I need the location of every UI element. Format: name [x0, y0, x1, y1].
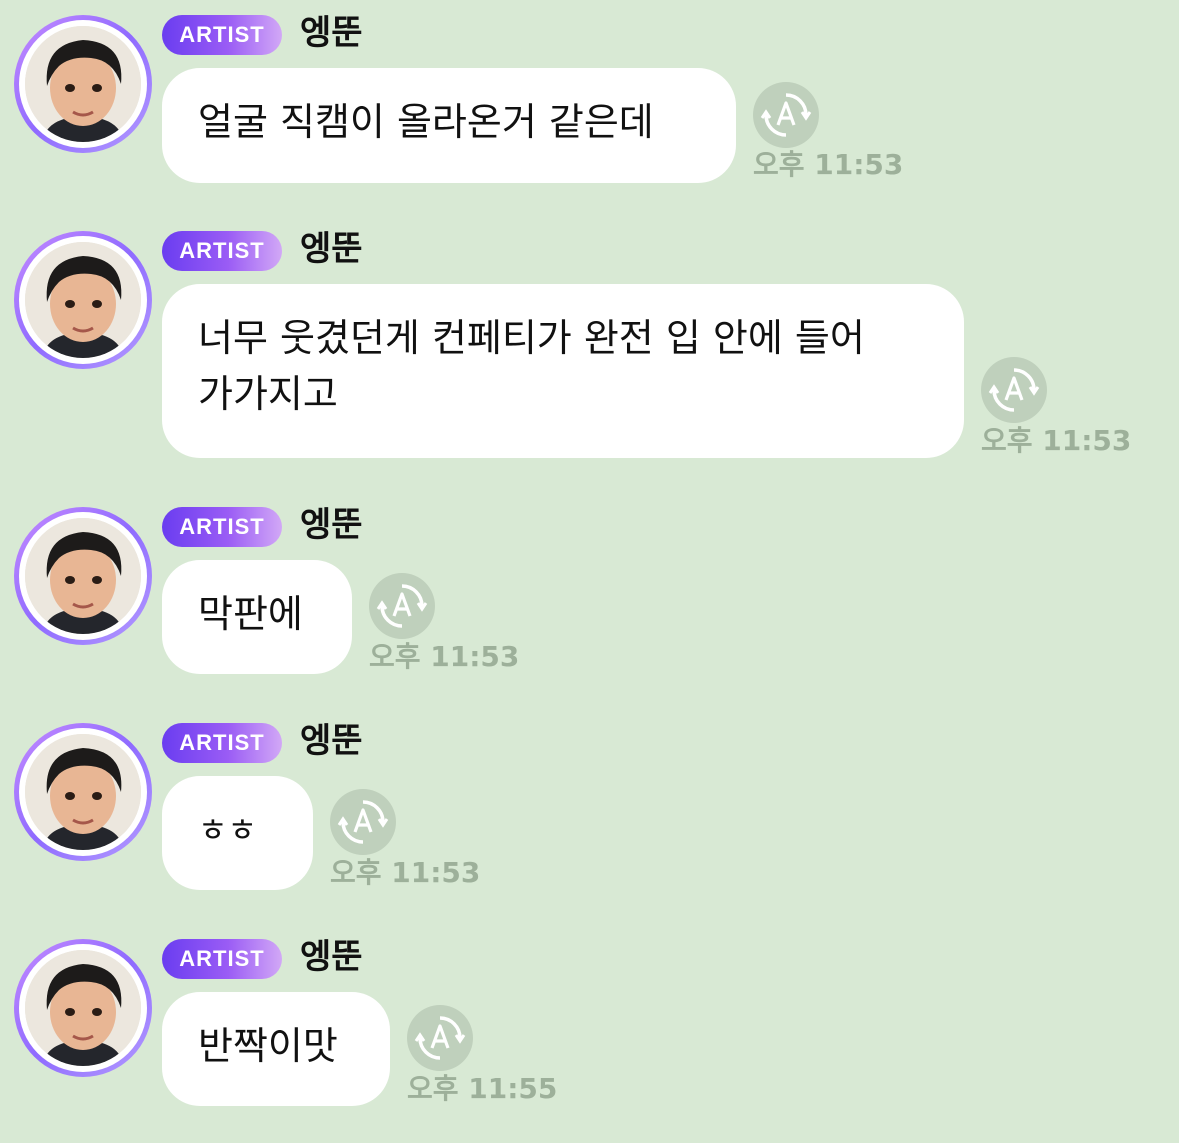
sender-name[interactable]: 엥뚠 [300, 719, 363, 763]
avatar-ring [19, 944, 147, 1072]
chat-message: ARTIST 엥뚠 ㅎㅎ 오후 11:53 [0, 708, 1179, 908]
message-timestamp: 오후 11:53 [369, 640, 520, 673]
avatar-photo [25, 734, 141, 850]
message-bubble[interactable]: ㅎㅎ [162, 776, 313, 890]
artist-badge: ARTIST [162, 15, 282, 55]
avatar-photo [25, 950, 141, 1066]
sender-name[interactable]: 엥뚠 [300, 11, 363, 55]
chat-message: ARTIST 엥뚠 얼굴 직캠이 올라온거 같은데 오후 11:53 [0, 0, 1179, 200]
chat-message: ARTIST 엥뚠 반짝이맛 오후 11:55 [0, 924, 1179, 1124]
translate-icon[interactable] [753, 82, 819, 148]
avatar-photo [25, 518, 141, 634]
avatar[interactable] [14, 507, 152, 645]
message-bubble[interactable]: 막판에 [162, 560, 352, 674]
avatar-face-icon [25, 518, 141, 634]
avatar[interactable] [14, 15, 152, 153]
avatar[interactable] [14, 939, 152, 1077]
message-bubble[interactable]: 너무 웃겼던게 컨페티가 완전 입 안에 들어 가가지고 [162, 284, 964, 458]
translate-icon[interactable] [407, 1005, 473, 1071]
avatar[interactable] [14, 723, 152, 861]
translate-icon[interactable] [981, 357, 1047, 423]
message-timestamp: 오후 11:53 [753, 148, 904, 181]
avatar-photo [25, 242, 141, 358]
artist-badge: ARTIST [162, 231, 282, 271]
chat-area[interactable]: ARTIST 엥뚠 얼굴 직캠이 올라온거 같은데 오후 11:53 ARTIS… [0, 0, 1179, 1143]
chat-message: ARTIST 엥뚠 막판에 오후 11:53 [0, 492, 1179, 692]
avatar-ring [19, 20, 147, 148]
avatar-face-icon [25, 26, 141, 142]
message-bubble[interactable]: 얼굴 직캠이 올라온거 같은데 [162, 68, 736, 183]
sender-name[interactable]: 엥뚠 [300, 227, 363, 271]
message-timestamp: 오후 11:53 [330, 856, 481, 889]
avatar-ring [19, 236, 147, 364]
artist-badge: ARTIST [162, 939, 282, 979]
message-timestamp: 오후 11:55 [407, 1072, 558, 1105]
avatar-ring [19, 512, 147, 640]
avatar-face-icon [25, 242, 141, 358]
sender-name[interactable]: 엥뚠 [300, 503, 363, 547]
avatar-face-icon [25, 734, 141, 850]
artist-badge: ARTIST [162, 723, 282, 763]
avatar-ring [19, 728, 147, 856]
avatar[interactable] [14, 231, 152, 369]
avatar-photo [25, 26, 141, 142]
artist-badge: ARTIST [162, 507, 282, 547]
sender-name[interactable]: 엥뚠 [300, 935, 363, 979]
translate-icon[interactable] [330, 789, 396, 855]
message-timestamp: 오후 11:53 [981, 424, 1132, 457]
chat-message: ARTIST 엥뚠 너무 웃겼던게 컨페티가 완전 입 안에 들어 가가지고 오… [0, 216, 1179, 476]
avatar-face-icon [25, 950, 141, 1066]
message-bubble[interactable]: 반짝이맛 [162, 992, 390, 1106]
translate-icon[interactable] [369, 573, 435, 639]
